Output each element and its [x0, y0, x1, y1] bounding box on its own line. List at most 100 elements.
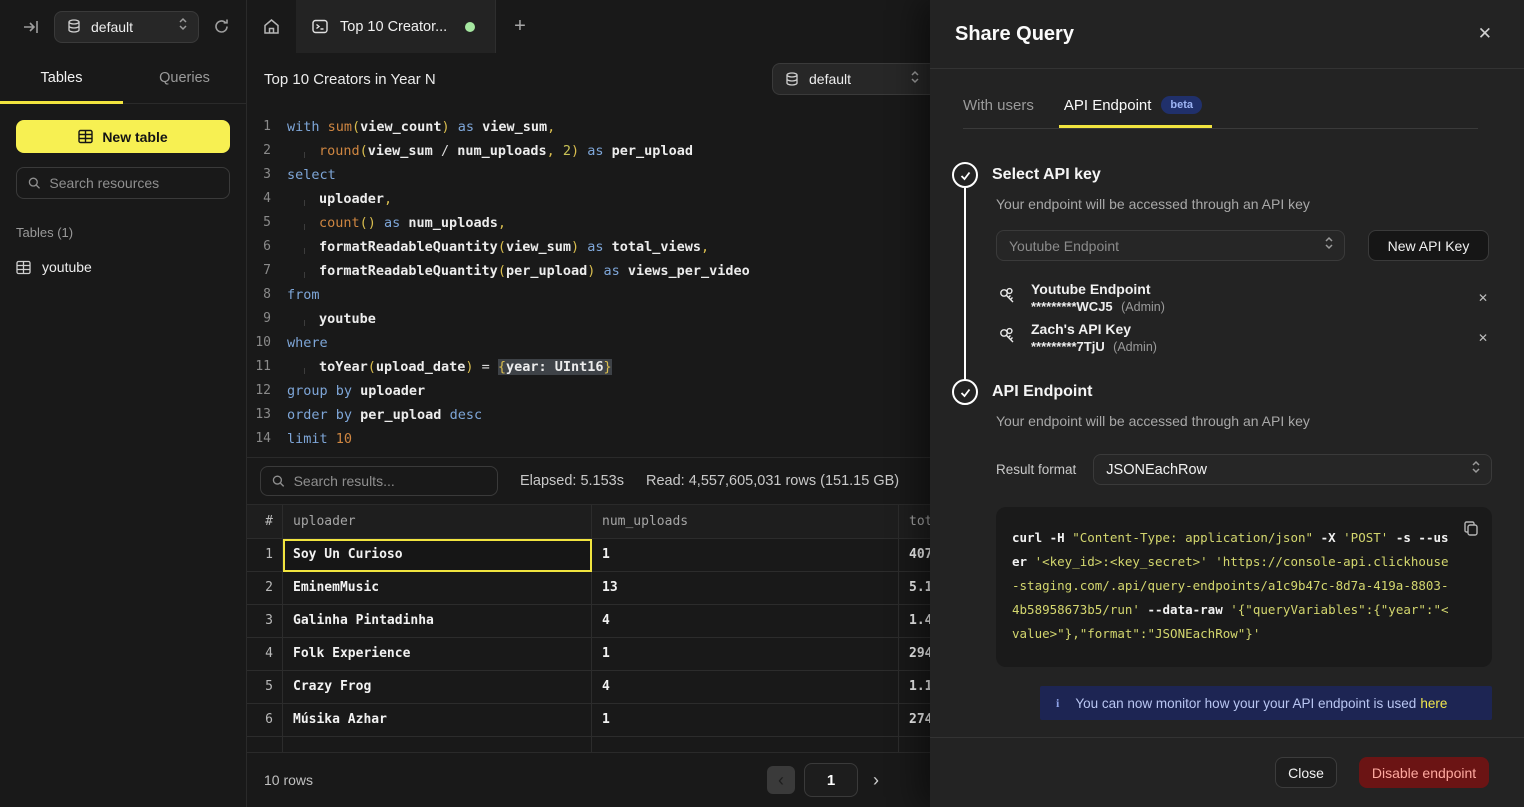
- results-table: # uploader num_uploads tot 1Soy Un Curio…: [247, 505, 930, 752]
- tab-with-users[interactable]: With users: [963, 96, 1034, 128]
- cell-total-views[interactable]: 407: [899, 539, 930, 572]
- cell-total-views[interactable]: 1.1: [899, 671, 930, 704]
- cell-num-uploads[interactable]: 4: [592, 605, 899, 638]
- table-name: youtube: [42, 259, 92, 275]
- code-token: 2: [563, 143, 571, 159]
- table-row: 3Galinha Pintadinha41.4: [247, 605, 930, 638]
- code-line[interactable]: 4uploader,: [247, 187, 930, 211]
- line-number: 4: [247, 187, 287, 211]
- tab-queries[interactable]: Queries: [123, 53, 246, 103]
- line-number: 1: [247, 115, 287, 139]
- panel-title: Share Query: [955, 23, 1074, 46]
- cell-num-uploads[interactable]: 13: [592, 572, 899, 605]
- code-line[interactable]: 14limit 10: [247, 427, 930, 451]
- beta-badge: beta: [1161, 96, 1202, 114]
- code-line[interactable]: 8from: [247, 283, 930, 307]
- code-line[interactable]: 11toYear(upload_date) = {year: UInt16}: [247, 355, 930, 379]
- step2-check-icon: [952, 379, 978, 405]
- tab-api-endpoint[interactable]: API Endpoint beta: [1064, 96, 1202, 128]
- cell-uploader[interactable]: Folk Experience: [283, 638, 592, 671]
- code-token: (: [498, 263, 506, 279]
- code-line-content: youtube: [287, 307, 376, 331]
- cell-total-views[interactable]: 274: [899, 704, 930, 737]
- collapse-sidebar-icon[interactable]: [22, 18, 40, 36]
- current-page[interactable]: 1: [804, 763, 858, 797]
- code-line[interactable]: 2round(view_sum / num_uploads, 2) as per…: [247, 139, 930, 163]
- cell-num-uploads[interactable]: 1: [592, 704, 899, 737]
- resource-search: [16, 167, 230, 199]
- cell-total-views[interactable]: 1.4: [899, 605, 930, 638]
- curl-token: curl -H: [1012, 530, 1072, 545]
- code-line[interactable]: 7formatReadableQuantity(per_upload) as v…: [247, 259, 930, 283]
- new-tab-button[interactable]: +: [496, 0, 544, 53]
- code-token: ,: [498, 215, 506, 231]
- code-line[interactable]: 5count() as num_uploads,: [247, 211, 930, 235]
- code-line[interactable]: 9youtube: [247, 307, 930, 331]
- cell-num-uploads[interactable]: 1: [592, 539, 899, 572]
- results-search-input[interactable]: [294, 473, 486, 489]
- elapsed-time: Elapsed: 5.153s: [520, 473, 624, 489]
- copy-icon[interactable]: [1463, 520, 1479, 541]
- col-uploader[interactable]: uploader: [283, 505, 592, 539]
- line-number: 9: [247, 307, 287, 331]
- api-key-masked: *********WCJ5 (Admin): [1031, 298, 1165, 316]
- cell-total-views[interactable]: 294: [899, 638, 930, 671]
- masked-value: *********7TjU: [1031, 339, 1105, 354]
- remove-key-icon[interactable]: ✕: [1474, 327, 1492, 349]
- database-selector[interactable]: default: [54, 11, 199, 43]
- prev-page-button[interactable]: ‹: [767, 766, 795, 794]
- code-token: round: [319, 143, 360, 159]
- home-button[interactable]: [247, 0, 296, 53]
- disable-endpoint-button[interactable]: Disable endpoint: [1359, 757, 1489, 788]
- editor-header: Top 10 Creators in Year N default: [247, 53, 930, 105]
- next-page-button[interactable]: ›: [867, 770, 885, 791]
- tab-tables[interactable]: Tables: [0, 53, 123, 103]
- cell-num-uploads[interactable]: 4: [592, 671, 899, 704]
- col-total-views[interactable]: tot: [899, 505, 930, 539]
- code-token: ,: [384, 191, 392, 207]
- results-search: [260, 466, 498, 496]
- cell-uploader[interactable]: Galinha Pintadinha: [283, 605, 592, 638]
- cell-uploader[interactable]: Crazy Frog: [283, 671, 592, 704]
- banner-here-link[interactable]: here: [1420, 696, 1447, 711]
- cell-total-views[interactable]: 5.1: [899, 572, 930, 605]
- code-token: ): [571, 143, 579, 159]
- sql-code-editor[interactable]: 1with sum(view_count) as view_sum, 2 round…: [247, 105, 930, 457]
- new-api-key-button[interactable]: New API Key: [1368, 230, 1489, 261]
- close-button[interactable]: Close: [1275, 757, 1337, 788]
- code-token: with: [287, 119, 328, 135]
- step1-check-icon: [952, 162, 978, 188]
- remove-key-icon[interactable]: ✕: [1474, 287, 1492, 309]
- code-line[interactable]: 10where: [247, 331, 930, 355]
- code-line[interactable]: 6formatReadableQuantity(view_sum) as tot…: [247, 235, 930, 259]
- code-line[interactable]: 13order by per_upload desc: [247, 403, 930, 427]
- code-line[interactable]: 12group by uploader: [247, 379, 930, 403]
- api-key-dropdown[interactable]: Youtube Endpoint: [996, 230, 1345, 261]
- results-footer: 10 rows ‹ 1 ›: [247, 752, 930, 807]
- new-table-button[interactable]: New table: [16, 120, 230, 153]
- sidebar-item-youtube[interactable]: youtube: [8, 253, 238, 281]
- sidebar: Tables Queries New table Tables (1) yout…: [0, 53, 247, 807]
- col-num-uploads[interactable]: num_uploads: [592, 505, 899, 539]
- cell-uploader[interactable]: EminemMusic: [283, 572, 592, 605]
- editor-database-selector[interactable]: default: [772, 63, 930, 95]
- key-icon: [996, 325, 1018, 352]
- cell-num-uploads[interactable]: 1: [592, 638, 899, 671]
- code-token: toYear: [319, 359, 368, 375]
- code-line-content: count() as num_uploads,: [287, 211, 506, 235]
- col-index[interactable]: #: [247, 505, 283, 539]
- api-endpoint-heading: API Endpoint: [992, 383, 1092, 401]
- cell-uploader[interactable]: Soy Un Curioso: [283, 539, 592, 572]
- cell-uploader[interactable]: Músika Azhar: [283, 704, 592, 737]
- resource-search-input[interactable]: [49, 175, 218, 191]
- result-format-dropdown[interactable]: JSONEachRow: [1093, 454, 1492, 485]
- close-icon[interactable]: ✕: [1478, 24, 1492, 44]
- code-line[interactable]: 1with sum(view_count) as view_sum,: [247, 115, 930, 139]
- code-token: select: [287, 167, 336, 183]
- code-line[interactable]: 3select: [247, 163, 930, 187]
- line-number: 14: [247, 427, 287, 451]
- query-tab[interactable]: Top 10 Creator...: [296, 0, 496, 53]
- refresh-icon[interactable]: [213, 18, 230, 35]
- code-token: /: [433, 143, 457, 159]
- banner-message: You can now monitor how your your API en…: [1075, 696, 1416, 711]
